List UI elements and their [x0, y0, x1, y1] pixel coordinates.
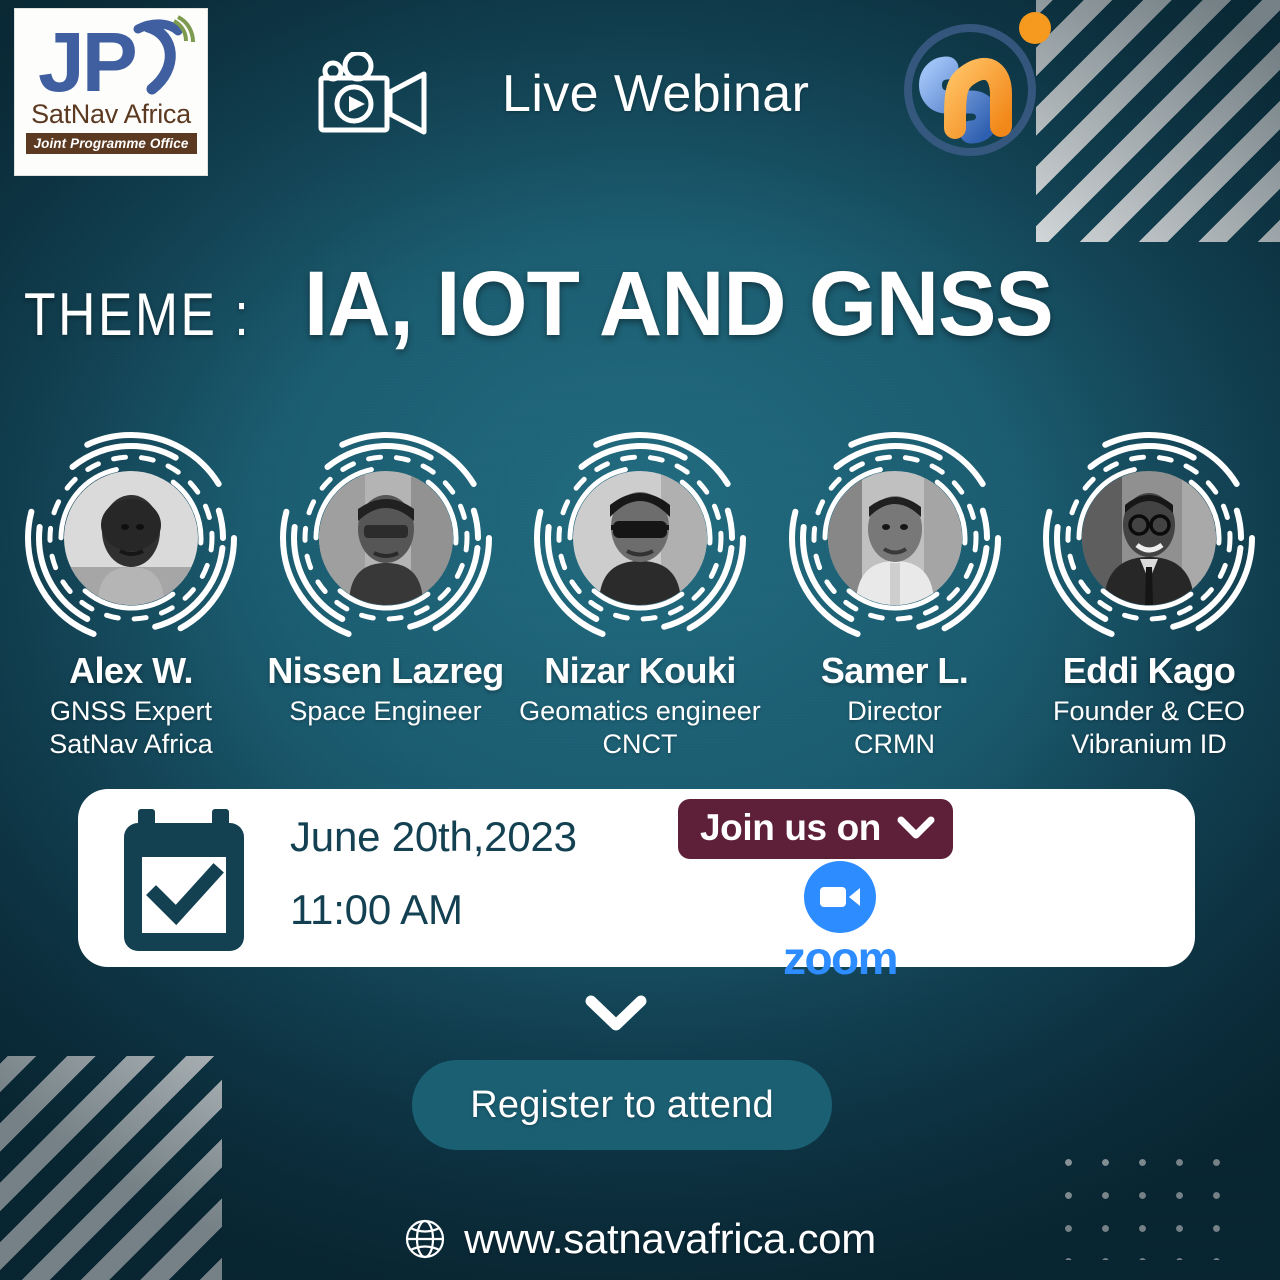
chevron-down-icon: [897, 816, 935, 840]
calendar-check-icon: [120, 805, 272, 957]
satnav-monogram-icon: [897, 10, 1057, 170]
speaker-photo: [827, 471, 962, 605]
speaker-role: Founder & CEO Vibranium ID: [1053, 695, 1245, 761]
speaker-card: Alex W. GNSS Expert SatNav Africa: [6, 430, 256, 761]
website-url[interactable]: www.satnavafrica.com: [464, 1215, 876, 1263]
speaker-role-line2: CRMN: [853, 728, 935, 759]
speaker-role: Director CRMN: [847, 695, 942, 761]
speaker-portrait-frame: [23, 430, 239, 646]
speaker-role: Geomatics engineer CNCT: [519, 695, 761, 761]
speaker-photo: [318, 471, 453, 605]
globe-icon: [404, 1218, 446, 1260]
speaker-photo: [573, 471, 707, 605]
jp-monogram-icon: JP: [26, 13, 196, 105]
speaker-role-line1: Founder & CEO: [1052, 695, 1246, 726]
speaker-role-line1: Geomatics engineer: [519, 695, 761, 726]
theme-value: IA, IOT AND GNSS: [304, 253, 1054, 355]
speaker-card: Samer L. Director CRMN: [770, 430, 1020, 761]
speaker-card: Nizar Kouki Geomatics engineer CNCT: [515, 430, 765, 761]
speaker-role: Space Engineer: [289, 695, 481, 728]
theme-label: THEME :: [24, 281, 252, 348]
speaker-role-line1: Director: [847, 695, 942, 726]
event-datetime: June 20th,2023 11:00 AM: [290, 811, 577, 936]
speaker-card: Nissen Lazreg Space Engineer: [261, 430, 511, 761]
speaker-role-line1: Space Engineer: [289, 695, 482, 726]
live-webinar-header: Live Webinar: [318, 50, 810, 136]
svg-text:JP: JP: [38, 15, 136, 105]
join-us-on-label: Join us on: [700, 807, 882, 848]
speaker-name: Samer L.: [820, 650, 969, 691]
speaker-role: GNSS Expert SatNav Africa: [49, 695, 213, 761]
zoom-logo[interactable]: zoom: [750, 861, 930, 981]
speaker-role-line2: Vibranium ID: [1071, 728, 1227, 759]
speaker-photo: [64, 471, 198, 605]
speaker-card: Eddi Kago Founder & CEO Vibranium ID: [1024, 430, 1274, 761]
chevron-down-icon: [585, 993, 647, 1033]
zoom-wordmark: zoom: [782, 932, 899, 984]
logo-tagline: Joint Programme Office: [25, 133, 197, 154]
footer: www.satnavafrica.com: [0, 1215, 1280, 1263]
speaker-portrait-frame: [1041, 430, 1257, 646]
join-us-on-badge[interactable]: Join us on: [678, 799, 954, 859]
logo-wordmark: SatNav Africa: [31, 99, 191, 129]
satnav-africa-logo: JP SatNav Africa Joint Programme Office: [14, 8, 208, 176]
speaker-list: Alex W. GNSS Expert SatNav Africa Nissen…: [0, 430, 1280, 761]
theme-line: THEME : IA, IOT AND GNSS: [24, 252, 1093, 357]
speaker-name: Alex W.: [69, 650, 193, 691]
speaker-name: Nissen Lazreg: [267, 650, 504, 691]
speaker-name: Nizar Kouki: [544, 650, 736, 691]
speaker-role-line2: CNCT: [602, 728, 678, 759]
speaker-portrait-frame: [787, 430, 1003, 646]
event-date: June 20th,2023: [290, 813, 577, 860]
diagonal-stripes-top-right: [1036, 0, 1280, 242]
register-to-attend-button[interactable]: Register to attend: [412, 1060, 832, 1150]
speaker-name: Eddi Kago: [1062, 650, 1236, 691]
webinar-poster: JP SatNav Africa Joint Programme Office …: [0, 0, 1280, 1280]
speaker-role-line2: SatNav Africa: [49, 728, 213, 759]
speaker-photo: [1082, 471, 1216, 605]
event-info-card: June 20th,2023 11:00 AM Join us on zoom: [78, 789, 1195, 981]
speaker-portrait-frame: [278, 430, 494, 646]
video-camera-icon: [318, 50, 434, 136]
event-time: 11:00 AM: [290, 885, 463, 933]
speaker-portrait-frame: [532, 430, 748, 646]
live-webinar-label: Live Webinar: [502, 65, 810, 123]
zoom-camera-icon: [804, 861, 876, 933]
speaker-role-line1: GNSS Expert: [49, 695, 213, 726]
